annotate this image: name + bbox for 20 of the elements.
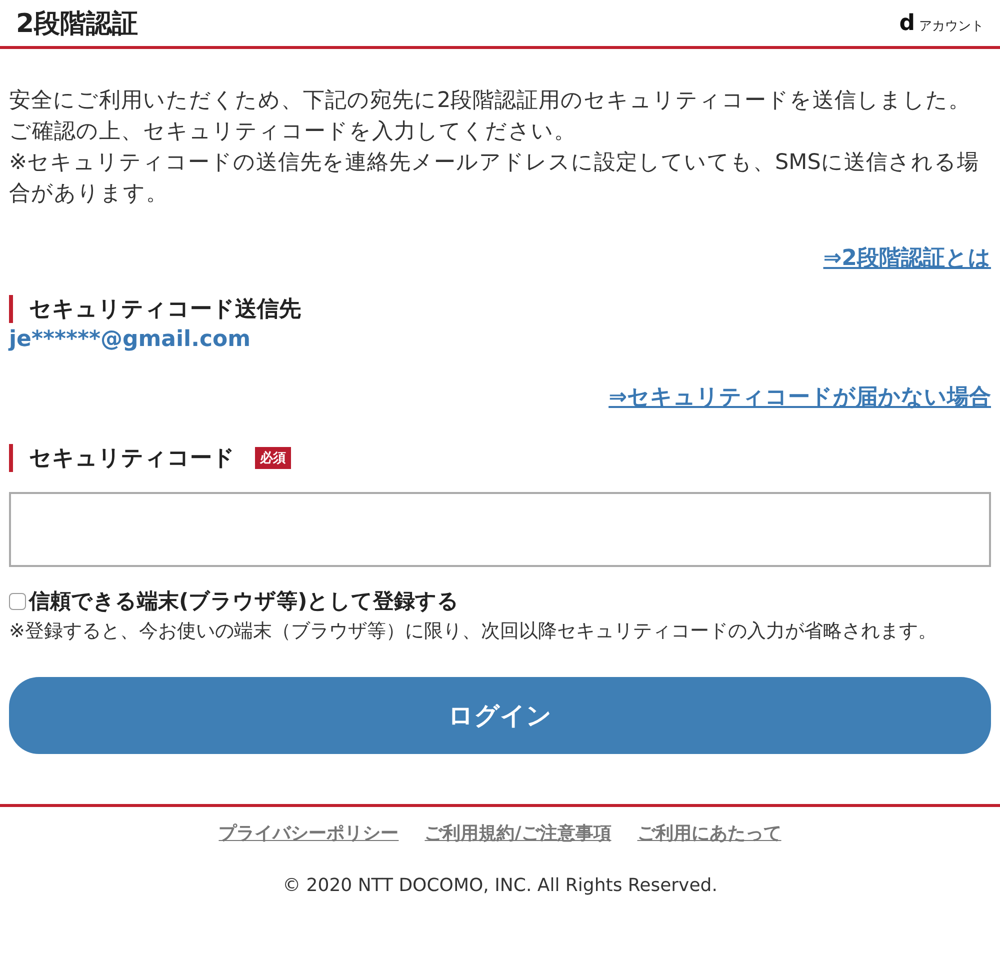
checkbox-label[interactable]: 信頼できる端末(ブラウザ等)として登録する: [29, 587, 460, 615]
note-text: ※登録すると、今お使いの端末（ブラウザ等）に限り、次回以降セキュリティコードの入力が省略されます。: [9, 619, 938, 643]
section-heading: セキュリティコード送信先: [29, 296, 301, 324]
login-button[interactable]: ログイン: [9, 677, 991, 754]
not-received-link[interactable]: ⇒セキュリティコードが届かない場合: [608, 382, 991, 412]
required-badge: 必須: [255, 447, 291, 469]
section-heading: セキュリティコード: [29, 445, 235, 473]
footer-link[interactable]: ご利用規約/ご注意事項: [424, 821, 612, 845]
code-input-field[interactable]: [9, 492, 991, 567]
page-title: 2段階認証: [16, 8, 138, 40]
email-address: je******@gmail.com: [9, 327, 252, 352]
logo-letter: d: [899, 10, 915, 36]
intro-paragraph: ※セキュリティコードの送信先を連絡先メールアドレスに設定していても、SMSに送信される場合があります。: [9, 149, 980, 208]
intro-paragraph: 安全にご利用いただくため、下記の宛先に2段階認証用のセキュリティコードを送信しました。ご確認の上、セキュリティコードを入力してください。: [9, 87, 972, 146]
help-link[interactable]: ⇒2段階認証とは: [823, 243, 991, 273]
logo-text: アカウント: [919, 18, 984, 34]
footer-link[interactable]: プライバシーポリシー: [218, 821, 399, 845]
footer-link[interactable]: ご利用にあたって: [637, 821, 782, 845]
copyright: © 2020 NTT DOCOMO, INC. All Rights Reserved.: [282, 875, 718, 896]
checkbox[interactable]: [9, 592, 26, 610]
